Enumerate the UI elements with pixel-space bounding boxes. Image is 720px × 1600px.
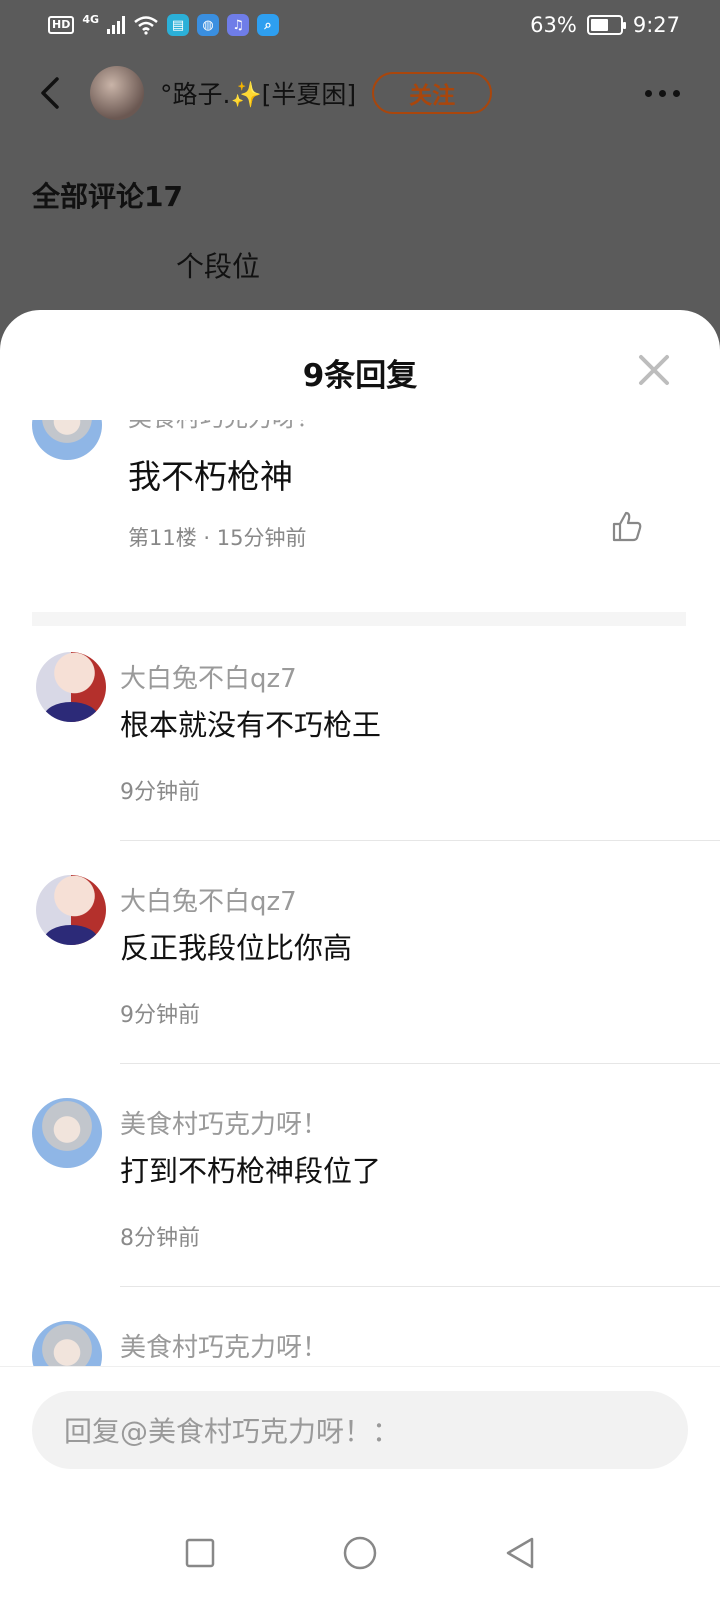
reply-username[interactable]: 美食村巧克力呀！ [120, 1104, 328, 1141]
commenter-name[interactable]: 美食村巧克力呀！ [128, 420, 320, 433]
thumbs-up-icon [612, 511, 642, 542]
reply-text: 打到不朽枪神段位了 [120, 1154, 382, 1188]
square-icon [185, 1538, 215, 1568]
reply-username[interactable]: 大白兔不白qz7 [120, 881, 297, 918]
more-options-button[interactable] [635, 80, 690, 107]
reply-time: 9分钟前 [120, 780, 200, 805]
search-app-icon: ⌕ [257, 14, 280, 36]
reply-divider [120, 840, 720, 841]
reply-divider [120, 1063, 720, 1064]
commenter-avatar[interactable] [32, 420, 102, 460]
close-icon [639, 355, 669, 385]
dot-icon [673, 89, 680, 97]
circle-icon [343, 1536, 377, 1570]
sparkle-icon: ✨ [230, 80, 262, 109]
follow-button[interactable]: 关注 [372, 72, 493, 114]
parent-comment: 美食村巧克力呀！ 我不朽枪神 第11楼 · 15分钟前 [0, 420, 720, 610]
wifi-icon [134, 16, 158, 35]
reply-item[interactable]: 美食村巧克力呀！ 打到不朽枪神段位了 8分钟前 [0, 1088, 720, 1313]
clock: 9:27 [632, 13, 680, 37]
reply-text: 根本就没有不巧枪王 [120, 708, 382, 742]
reply-avatar[interactable] [32, 1321, 102, 1366]
back-button[interactable] [30, 68, 70, 118]
all-comments-heading: 全部评论17 [32, 180, 183, 213]
recents-button[interactable] [180, 1533, 220, 1573]
reply-item[interactable]: 大白兔不白qz7 反正我段位比你高 9分钟前 [0, 865, 720, 1090]
network-type: 4G [82, 12, 100, 26]
sheet-title: 9条回复 [302, 358, 418, 394]
close-button[interactable] [636, 352, 672, 388]
music-app-icon: ♫ [227, 14, 250, 36]
reply-item[interactable]: 大白兔不白qz7 根本就没有不巧枪王 9分钟前 [0, 642, 720, 867]
triangle-back-icon [506, 1537, 534, 1569]
chevron-left-icon [41, 77, 59, 109]
browser-app-icon: ◍ [197, 14, 220, 36]
reply-divider [120, 1286, 720, 1287]
dot-icon [659, 89, 666, 97]
post-header: °路子.✨[半夏困] 关注 [0, 58, 720, 128]
reply-time: 8分钟前 [120, 1226, 200, 1251]
reply-username[interactable]: 美食村巧克力呀！ [120, 1327, 328, 1364]
author-avatar[interactable] [90, 66, 144, 120]
replies-sheet: 9条回复 美食村巧克力呀！ 我不朽枪神 第11楼 · 15分钟前 大白兔不白qz… [0, 310, 720, 1600]
book-app-icon: ▤ [167, 14, 190, 36]
battery-percent: 63% [530, 13, 577, 37]
like-button[interactable] [610, 510, 644, 544]
reply-text: 反正我段位比你高 [120, 931, 353, 965]
comment-text: 我不朽枪神 [128, 457, 293, 496]
back-nav-button[interactable] [500, 1533, 540, 1573]
reply-username[interactable]: 大白兔不白qz7 [120, 658, 297, 695]
author-name[interactable]: °路子.✨[半夏困] [160, 75, 356, 111]
comment-meta: 第11楼 · 15分钟前 [128, 526, 307, 550]
reply-avatar[interactable] [36, 652, 106, 722]
reply-item[interactable]: 美食村巧克力呀！ [0, 1311, 720, 1366]
reply-avatar[interactable] [32, 1098, 102, 1168]
system-nav-bar [0, 1506, 720, 1600]
hd-badge: HD [48, 16, 75, 34]
reply-list[interactable]: 美食村巧克力呀！ 我不朽枪神 第11楼 · 15分钟前 大白兔不白qz7 根本就… [0, 420, 720, 1366]
reply-avatar[interactable] [36, 875, 106, 945]
status-bar: HD 4G ▤ ◍ ♫ ⌕ 63% 9:27 [0, 0, 720, 50]
reply-input[interactable]: 回复@美食村巧克力呀！： [32, 1391, 688, 1469]
reply-input-bar: 回复@美食村巧克力呀！： [0, 1366, 720, 1506]
author-name-text: °路子. [160, 80, 231, 109]
signal-icon [107, 16, 126, 34]
reply-time: 9分钟前 [120, 1003, 200, 1028]
background-comment-text: 个段位 [176, 250, 261, 283]
dot-icon [645, 89, 652, 97]
home-button[interactable] [340, 1533, 380, 1573]
section-divider [32, 612, 686, 626]
battery-icon [586, 15, 626, 35]
author-tag: [半夏困] [261, 80, 357, 109]
